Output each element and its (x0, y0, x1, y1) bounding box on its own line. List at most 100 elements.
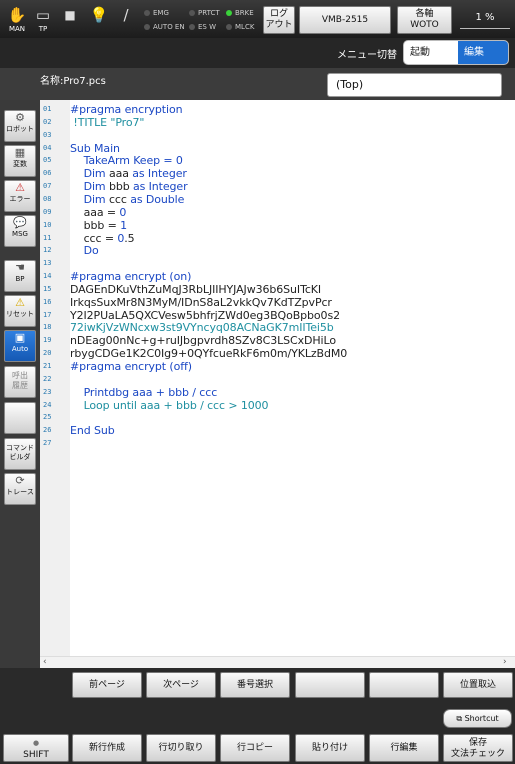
sidebar-command-builder-button[interactable]: コマンド ビルダ (4, 438, 36, 470)
tool-icon: / (123, 6, 129, 24)
code-line[interactable]: ccc = 0.5 (70, 232, 135, 245)
trace-icon: ⟳ (15, 474, 25, 487)
function-bar-bottom: ⧉ Shortcut ● SHIFT 新行作成 行切り取り 行コピー 貼り付け 行… (0, 702, 515, 764)
code-token: rbygCDGe1K2C0Ig9+0QYfcueRkF6m0m/YKLzBdM0 (70, 347, 348, 361)
shift-button[interactable]: ● SHIFT (3, 734, 69, 762)
code-line[interactable]: Sub Main (70, 142, 120, 155)
line-select-button[interactable]: 番号選択 (220, 672, 290, 698)
sidebar-blank-button[interactable] (4, 402, 36, 434)
line-number: 20 (43, 349, 52, 358)
copy-line-button[interactable]: 行コピー (220, 734, 290, 762)
scroll-left-icon[interactable]: ‹ (43, 657, 47, 667)
code-line[interactable]: aaa = 0 (70, 205, 127, 219)
man-label: MAN (8, 25, 26, 33)
code-line[interactable]: Dim ccc as Double (70, 192, 185, 206)
line-number: 08 (43, 194, 52, 203)
code-token: nDEag00nNc+g+ruIJbgpvrdh8SZv8C3LSCxDHiLo (70, 334, 336, 348)
function-blank-button-2[interactable] (369, 672, 439, 698)
scroll-right-icon[interactable]: › (503, 657, 507, 667)
sidebar-auto-button[interactable]: ▣ Auto (4, 330, 36, 362)
sidebar-breakpoint-button[interactable]: ☚ BP (4, 260, 36, 292)
line-number: 13 (43, 259, 52, 268)
code-token: End Sub (70, 424, 115, 438)
code-line[interactable]: End Sub (70, 424, 115, 437)
sidebar-variable-button[interactable]: ▦ 変数 (4, 145, 36, 177)
sidebar-call-history-button[interactable]: 呼出 履歴 (4, 366, 36, 398)
sidebar-robot-button[interactable]: ⚙ ロボット (4, 110, 36, 142)
stop-icon: ■ (64, 8, 76, 22)
axis-mode-button[interactable]: 各軸 WOTO (397, 6, 452, 34)
segment-edit-button[interactable]: 編集 (458, 41, 508, 64)
teach-pendant-button[interactable]: ▭ TP (30, 5, 56, 35)
code-token: as Double (130, 192, 185, 206)
sidebar-trace-button[interactable]: ⟳ トレース (4, 473, 36, 505)
code-token: DAGEnDKuVthZuMqJ3RbLJIIHYJAJw36b6SuITcKI (70, 282, 322, 296)
code-line[interactable]: nDEag00nNc+g+ruIJbgpvrdh8SZv8C3LSCxDHiLo (70, 334, 336, 347)
manual-mode-button[interactable]: ✋ MAN (4, 5, 30, 35)
logout-button[interactable]: ログ アウト (263, 6, 295, 34)
code-line[interactable]: TakeArm Keep = 0 (70, 154, 183, 167)
robot-model-button[interactable]: VMB-2515 (299, 6, 391, 34)
prev-page-button[interactable]: 前ページ (72, 672, 142, 698)
code-line[interactable]: Dim aaa as Integer (70, 167, 187, 180)
led-indicator (226, 24, 232, 30)
code-line[interactable]: !TITLE "Pro7" (70, 116, 144, 129)
code-token: bbb (108, 180, 133, 194)
code-line[interactable]: Dim bbb as Integer (70, 180, 188, 193)
horizontal-scrollbar[interactable]: ‹ › (40, 656, 515, 668)
speed-indicator[interactable]: 1 % (460, 9, 510, 29)
warning-icon: ⚠ (15, 296, 25, 309)
code-line[interactable]: rbygCDGe1K2C0Ig9+0QYfcueRkF6m0m/YKLzBdM0 (70, 347, 347, 360)
code-token: Do (70, 244, 99, 258)
code-token: TakeArm Keep = 0 (70, 154, 183, 168)
line-number: 09 (43, 207, 52, 216)
new-line-button[interactable]: 新行作成 (72, 734, 142, 762)
cut-line-button[interactable]: 行切り取り (146, 734, 216, 762)
code-line[interactable]: #pragma encrypt (on) (70, 270, 191, 283)
code-token: Y2I2PUaLA5QXCVesw5bhfrjZWd0eg3BQoBpbo0s2 (70, 308, 340, 322)
line-number: 02 (43, 117, 52, 126)
top-status-bar: ✋ MAN ▭ TP ■ 💡 / EMG AUTO EN PRTCT ES W … (0, 0, 515, 38)
code-line[interactable]: Y2I2PUaLA5QXCVesw5bhfrjZWd0eg3BQoBpbo0s2 (70, 309, 340, 322)
code-line[interactable]: IrkqsSuxMr8N3MyM/IDnS8aL2vkkQv7KdTZpvPcr (70, 296, 332, 309)
led-emg: EMG (144, 9, 169, 17)
code-token: as Integer (132, 167, 187, 181)
shortcut-button[interactable]: ⧉ Shortcut (443, 709, 512, 728)
robot-icon: ⚙ (15, 111, 25, 124)
message-icon: 💬 (13, 216, 27, 229)
code-line[interactable]: #pragma encryption (70, 103, 183, 116)
led-indicator (226, 10, 232, 16)
led-mlck: MLCK (226, 23, 254, 31)
code-line[interactable]: Printdbg aaa + bbb / ccc (70, 386, 218, 399)
function-blank-button-1[interactable] (295, 672, 365, 698)
code-line[interactable]: 72iwKjVzWNcxw3st9VYncyq08ACNaGK7mIITei5b (70, 321, 334, 334)
code-token: 0 (119, 205, 127, 219)
position-capture-button[interactable]: 位置取込 (443, 672, 513, 698)
edit-line-button[interactable]: 行編集 (369, 734, 439, 762)
shortcut-icon: ⧉ (456, 714, 465, 723)
sidebar-message-button[interactable]: 💬 MSG (4, 215, 36, 247)
code-token: 72iwKjVzWNcxw3st9VYncyq08ACNaGK7mIITei5b (70, 321, 334, 335)
code-line[interactable]: #pragma encrypt (off) (70, 360, 192, 373)
code-line[interactable]: DAGEnDKuVthZuMqJ3RbLJIIHYJAJw36b6SuITcKI (70, 283, 321, 296)
sidebar-reset-button[interactable]: ⚠ リセット (4, 295, 36, 327)
procedure-select[interactable]: (Top) (327, 73, 502, 97)
paste-button[interactable]: 貼り付け (295, 734, 365, 762)
segment-start-button[interactable]: 起動 (404, 41, 458, 64)
pendant-icon: ▭ (35, 6, 51, 24)
code-token: #pragma encrypt (on) (70, 270, 192, 284)
code-token: IrkqsSuxMr8N3MyM/IDnS8aL2vkkQv7KdTZpvPcr (70, 295, 332, 309)
tp-label: TP (38, 25, 48, 33)
code-line[interactable]: bbb = 1 (70, 219, 128, 232)
led-brke: BRKE (226, 9, 254, 17)
code-line[interactable]: Do (70, 244, 99, 257)
code-line[interactable]: Loop until aaa + bbb / ccc > 1000 (70, 399, 269, 412)
code-token: !TITLE "Pro7" (70, 115, 145, 129)
sidebar: ⚙ ロボット ▦ 変数 ⚠ エラー 💬 MSG ☚ BP ⚠ リセット ▣ Auto 呼出 履… (0, 100, 40, 670)
lamp-icon: 💡 (89, 6, 109, 24)
sidebar-error-button[interactable]: ⚠ エラー (4, 180, 36, 212)
next-page-button[interactable]: 次ページ (146, 672, 216, 698)
save-syntax-check-button[interactable]: 保存 文法チェック (443, 734, 513, 762)
line-number: 16 (43, 297, 52, 306)
error-icon: ⚠ (15, 181, 25, 194)
